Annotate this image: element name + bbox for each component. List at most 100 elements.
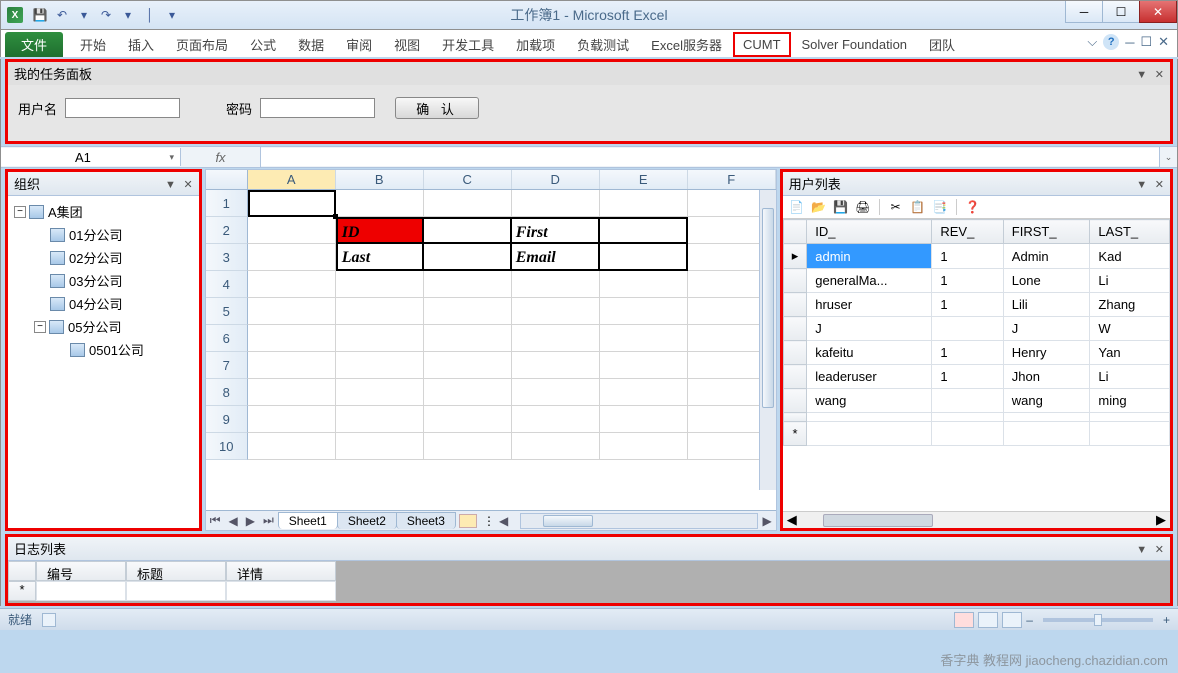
log-grid[interactable]: 编号 标题 详情 * [8,561,1170,603]
select-all-corner[interactable] [206,170,248,189]
task-panel-dropdown-icon[interactable]: ▼ [1136,69,1147,81]
cell[interactable] [512,379,600,406]
tree-node[interactable]: 0501公司 [10,338,197,361]
cell[interactable] [424,190,512,217]
ribbon-tab[interactable]: 加载项 [505,32,566,57]
ribbon-tab[interactable]: CUMT [733,32,791,57]
user-row[interactable]: hruser1LiliZhang [783,293,1169,317]
cell[interactable] [336,190,424,217]
ribbon-tab[interactable]: 视图 [383,32,431,57]
cell[interactable] [600,406,688,433]
ribbon-tab[interactable]: 公式 [239,32,287,57]
column-header[interactable]: C [424,170,512,189]
formula-input[interactable] [261,148,1159,166]
sheet-tab[interactable]: Sheet3 [396,512,456,529]
toolbar-icon[interactable]: 📋 [910,199,926,215]
log-col-header[interactable]: 详情 [226,561,336,581]
user-row[interactable]: wangwangming [783,389,1169,413]
cell[interactable] [600,352,688,379]
toolbar-icon[interactable]: 📂 [811,199,827,215]
hscroll-left[interactable]: ◀ [495,514,512,528]
cell[interactable]: First [512,217,600,244]
workbook-minimize[interactable]: ─ [1125,35,1134,50]
workbook-close[interactable]: ✕ [1158,34,1169,50]
cell[interactable] [512,352,600,379]
tree-collapse-icon[interactable]: − [34,321,46,333]
user-row[interactable]: ▸admin1AdminKad [783,244,1169,269]
cell[interactable] [336,406,424,433]
user-row[interactable]: JJW [783,317,1169,341]
cell[interactable] [512,190,600,217]
qat-redo-more[interactable]: ▾ [119,6,137,24]
row-header[interactable]: 1 [206,190,248,217]
log-col-header[interactable]: 标题 [126,561,226,581]
row-header[interactable]: 8 [206,379,248,406]
user-grid[interactable]: ID_REV_FIRST_LAST_▸admin1AdminKadgeneral… [783,219,1170,511]
cell[interactable] [248,379,336,406]
cell[interactable] [512,325,600,352]
hscroll-right[interactable]: ▶ [758,514,775,528]
fx-icon[interactable]: fx [181,147,261,167]
cell[interactable]: Last [336,244,424,271]
row-header[interactable]: 10 [206,433,248,460]
cell[interactable] [600,379,688,406]
cell[interactable] [248,298,336,325]
qat-customize[interactable]: ▾ [163,6,181,24]
column-header[interactable]: A [248,170,336,189]
cell[interactable] [600,271,688,298]
formula-expand-icon[interactable]: ⌄ [1159,147,1177,167]
cell[interactable] [424,271,512,298]
row-header[interactable]: 2 [206,217,248,244]
cell[interactable] [424,352,512,379]
zoom-slider[interactable] [1043,618,1153,622]
ribbon-tab[interactable]: 审阅 [335,32,383,57]
toolbar-icon[interactable]: ❓ [965,199,981,215]
tree-collapse-icon[interactable]: − [14,206,26,218]
cell[interactable] [248,190,336,217]
row-header[interactable]: 6 [206,325,248,352]
cell[interactable] [600,217,688,244]
tree-node-root[interactable]: − A集团 [10,200,197,223]
cell[interactable] [336,271,424,298]
cell[interactable] [424,298,512,325]
toolbar-icon[interactable]: 📄 [789,199,805,215]
sheet-nav-last[interactable]: ⏭ [259,513,278,528]
log-panel-dropdown-icon[interactable]: ▼ [1136,544,1147,556]
row-header[interactable]: 3 [206,244,248,271]
user-panel-close-icon[interactable]: ✕ [1155,179,1164,191]
view-layout-button[interactable] [978,612,998,628]
horizontal-scrollbar[interactable] [520,513,758,529]
cell[interactable] [600,433,688,460]
cell[interactable] [424,379,512,406]
vertical-scrollbar[interactable] [759,190,776,490]
toolbar-icon[interactable]: ✂ [888,199,904,215]
cell[interactable] [336,433,424,460]
cell[interactable] [336,325,424,352]
column-header[interactable]: B [336,170,424,189]
cell[interactable] [600,325,688,352]
ribbon-tab[interactable]: 团队 [918,32,966,57]
sheet-nav-first[interactable]: ⏮ [206,513,225,528]
user-col-header[interactable]: REV_ [932,220,1003,244]
ribbon-tab[interactable]: 开发工具 [431,32,505,57]
ribbon-tab[interactable]: 负载测试 [566,32,640,57]
sheet-tab[interactable]: Sheet1 [278,512,338,529]
cell[interactable] [600,244,688,271]
window-close[interactable]: ✕ [1139,1,1177,23]
cell[interactable] [248,325,336,352]
cell[interactable] [248,433,336,460]
cell[interactable] [336,298,424,325]
cell[interactable] [424,244,512,271]
ribbon-tab[interactable]: 开始 [69,32,117,57]
tree-node[interactable]: 03分公司 [10,269,197,292]
cell[interactable] [512,406,600,433]
qat-undo[interactable]: ↶ [53,6,71,24]
sheet-tab[interactable]: Sheet2 [337,512,397,529]
workbook-restore[interactable]: ☐ [1140,34,1152,50]
user-row[interactable]: leaderuser1JhonLi [783,365,1169,389]
cell[interactable] [248,271,336,298]
column-headers[interactable]: ABCDEF [206,170,776,190]
column-header[interactable]: F [688,170,776,189]
ribbon-tab[interactable]: 页面布局 [165,32,239,57]
user-col-header[interactable]: LAST_ [1090,220,1170,244]
